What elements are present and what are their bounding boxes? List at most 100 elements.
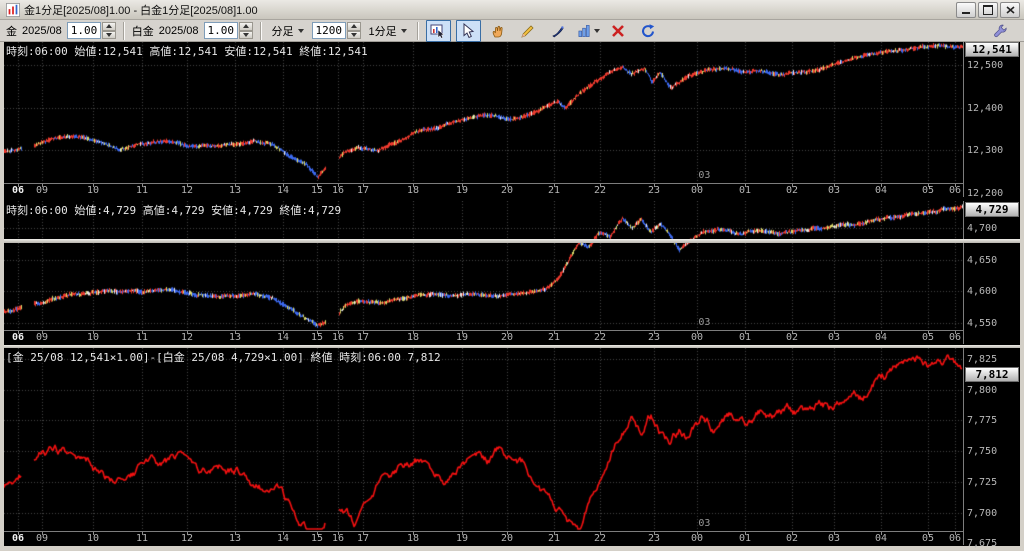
panel-splitter[interactable] — [4, 239, 1020, 243]
time-tick-label: 09 — [36, 332, 48, 343]
time-tick-label: 05 — [922, 185, 934, 196]
delete-x-icon — [610, 23, 626, 39]
price-tick-label: 12,200 — [967, 188, 1003, 199]
time-tick-label: 02 — [786, 185, 798, 196]
chart-header-gold-1min: 時刻:06:00 始値:12,541 高値:12,541 安値:12,541 終… — [6, 43, 368, 59]
title-bar: 金1分足[2025/08]1.00 - 白金1分足[2025/08]1.00 — [0, 0, 1024, 20]
pointer-icon — [460, 23, 476, 39]
gold-ratio-input[interactable]: 1.00 — [67, 22, 101, 39]
gold-ratio-up-button[interactable] — [102, 22, 116, 31]
time-tick-label: 15 — [311, 533, 323, 544]
panel-splitter[interactable] — [4, 345, 1020, 348]
minimize-button[interactable] — [956, 2, 976, 18]
time-tick-label: 17 — [357, 533, 369, 544]
price-tick-label: 7,675 — [967, 538, 997, 549]
bar-count-spinner[interactable]: 1200 — [312, 22, 361, 39]
toolbar: 金 2025/08 1.00 白金 2025/08 1.00 分足 1200 — [0, 20, 1024, 42]
price-axis: 4,7004,6504,6004,5504,729 — [963, 201, 1020, 344]
platinum-symbol-label: 白金 — [132, 23, 154, 39]
app-window: 金1分足[2025/08]1.00 - 白金1分足[2025/08]1.00 金… — [0, 0, 1024, 551]
maximize-button[interactable] — [978, 2, 998, 18]
bar-count-up-button[interactable] — [347, 22, 361, 31]
time-tick-label: 19 — [456, 332, 468, 343]
time-tick-label: 13 — [229, 332, 241, 343]
platinum-ratio-up-button[interactable] — [239, 22, 253, 31]
date-label: 03 — [698, 170, 710, 181]
time-tick-label: 04 — [875, 533, 887, 544]
close-button[interactable] — [1000, 2, 1020, 18]
bar-chart-icon — [577, 23, 592, 39]
time-tick-label: 16 — [332, 533, 344, 544]
time-tick-label: 09 — [36, 185, 48, 196]
time-tick-label: 21 — [548, 185, 560, 196]
bar-count-input[interactable]: 1200 — [312, 22, 346, 39]
period-type-dropdown[interactable]: 分足 — [269, 21, 307, 41]
time-tick-label: 04 — [875, 332, 887, 343]
draw-pencil-button[interactable] — [516, 20, 541, 42]
pan-tool-button[interactable] — [486, 20, 511, 42]
spinner-down-icon — [351, 33, 357, 37]
time-tick-label: 12 — [181, 185, 193, 196]
price-axis: 7,8257,8007,7757,7507,7257,7007,6757,812 — [963, 348, 1020, 545]
current-price-tag: 7,812 — [965, 367, 1019, 382]
interval-label: 1分足 — [369, 23, 397, 39]
time-tick-label: 22 — [594, 185, 606, 196]
chart-type-button[interactable] — [576, 20, 601, 42]
platinum-ratio-down-button[interactable] — [239, 31, 253, 40]
time-tick-label: 03 — [828, 533, 840, 544]
draw-pen-button[interactable] — [546, 20, 571, 42]
pointer-tool-button[interactable] — [456, 20, 481, 42]
spinner-down-icon — [106, 33, 112, 37]
time-tick-label: 10 — [87, 533, 99, 544]
time-tick-label: 12 — [181, 533, 193, 544]
app-icon — [6, 3, 20, 17]
time-tick-label: 23 — [648, 332, 660, 343]
refresh-button[interactable] — [636, 20, 661, 42]
gold-ratio-down-button[interactable] — [102, 31, 116, 40]
bar-count-down-button[interactable] — [347, 31, 361, 40]
time-tick-label: 14 — [277, 533, 289, 544]
delete-drawing-button[interactable] — [606, 20, 631, 42]
time-axis: 0609101112131415161718192021222300010203… — [4, 531, 963, 546]
chart-canvas-gold-1min[interactable] — [4, 42, 963, 183]
time-tick-label: 21 — [548, 332, 560, 343]
price-axis: 12,50012,40012,30012,20012,541 — [963, 42, 1020, 197]
price-tick-label: 7,750 — [967, 446, 997, 457]
time-tick-label: 06 — [949, 332, 961, 343]
platinum-ratio-spinner[interactable]: 1.00 — [204, 22, 253, 39]
time-tick-label: 01 — [739, 332, 751, 343]
price-tick-label: 7,700 — [967, 508, 997, 519]
settings-button[interactable] — [987, 20, 1012, 42]
hand-icon — [490, 23, 506, 39]
chart-header-gold-platinum-spread: [金 25/08 12,541×1.00]-[白金 25/08 4,729×1.… — [6, 349, 441, 365]
time-tick-label: 16 — [332, 332, 344, 343]
time-tick-label: 22 — [594, 332, 606, 343]
time-tick-label: 01 — [739, 185, 751, 196]
chart-header-platinum-1min: 時刻:06:00 始値:4,729 高値:4,729 安値:4,729 終値:4… — [6, 202, 341, 218]
price-tick-label: 7,775 — [967, 415, 997, 426]
time-tick-label: 18 — [407, 332, 419, 343]
date-label: 03 — [698, 317, 710, 328]
platinum-ratio-input[interactable]: 1.00 — [204, 22, 238, 39]
time-tick-label: 18 — [407, 185, 419, 196]
time-tick-label: 01 — [739, 533, 751, 544]
time-tick-label: 11 — [136, 533, 148, 544]
chart-canvas-platinum-1min[interactable] — [4, 201, 963, 330]
gold-ratio-spinner[interactable]: 1.00 — [67, 22, 116, 39]
refresh-icon — [640, 23, 656, 39]
price-tick-label: 7,725 — [967, 477, 997, 488]
gold-contract-month: 2025/08 — [22, 25, 62, 37]
time-tick-label: 20 — [501, 185, 513, 196]
chart-panel-gold-platinum-spread: [金 25/08 12,541×1.00]-[白金 25/08 4,729×1.… — [4, 348, 1020, 545]
time-tick-label: 00 — [691, 533, 703, 544]
chart-panel-platinum-1min: 時刻:06:00 始値:4,729 高値:4,729 安値:4,729 終値:4… — [4, 201, 1020, 344]
time-tick-label: 03 — [828, 185, 840, 196]
time-tick-label: 11 — [136, 185, 148, 196]
time-tick-label: 21 — [548, 533, 560, 544]
chart-select-mode-button[interactable] — [426, 20, 451, 42]
chart-canvas-gold-platinum-spread[interactable] — [4, 348, 963, 531]
interval-dropdown[interactable]: 1分足 — [366, 21, 410, 41]
spinner-up-icon — [106, 24, 112, 28]
time-tick-label: 13 — [229, 533, 241, 544]
toolbar-separator — [123, 22, 125, 40]
